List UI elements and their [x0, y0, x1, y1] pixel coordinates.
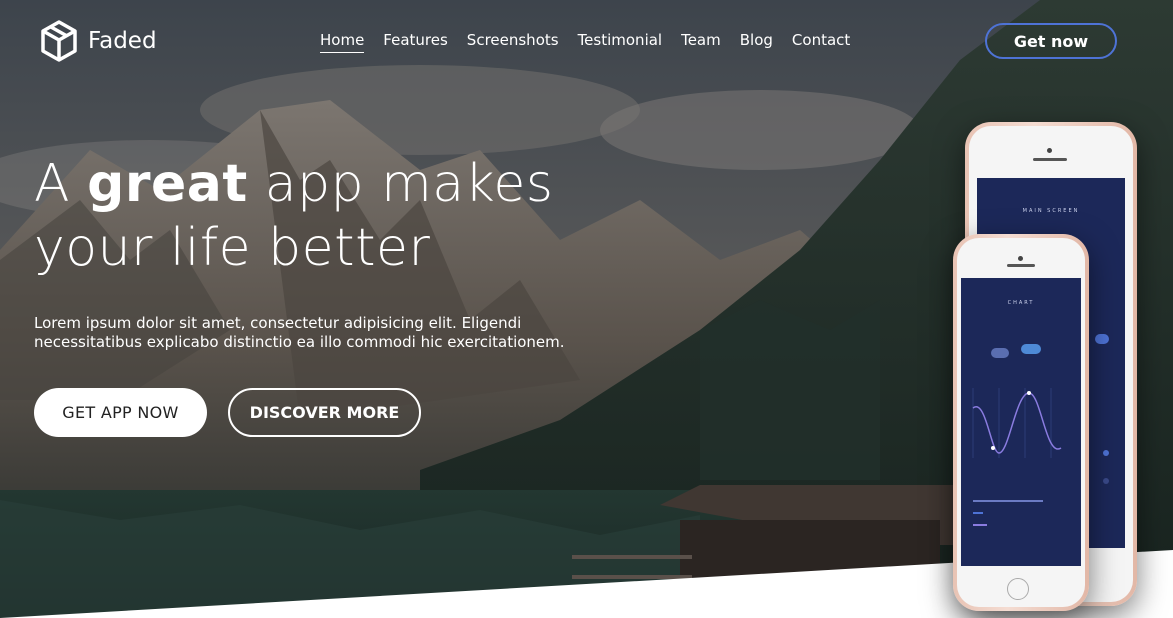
nav-item-screenshots[interactable]: Screenshots — [467, 31, 559, 53]
cube-logo-icon — [41, 20, 77, 62]
screen-list — [1085, 448, 1115, 508]
progress-bar-1 — [973, 500, 1043, 502]
screen-title: CHART — [1007, 300, 1035, 306]
main-nav: Home Features Screenshots Testimonial Te… — [320, 31, 869, 53]
headline-post: app makes — [247, 154, 554, 214]
speaker-grille — [1033, 158, 1067, 161]
screen-pill-1 — [991, 348, 1009, 358]
nav-item-home[interactable]: Home — [320, 31, 365, 53]
front-camera-icon — [1047, 148, 1052, 153]
nav-item-blog[interactable]: Blog — [740, 31, 773, 53]
list-dot — [1103, 478, 1109, 484]
headline-pre: A — [34, 154, 88, 214]
discover-more-button[interactable]: DISCOVER MORE — [228, 388, 421, 437]
get-now-button[interactable]: Get now — [985, 23, 1117, 59]
nav-item-testimonial[interactable]: Testimonial — [578, 31, 663, 53]
phone-screen-chart: CHART — [961, 278, 1081, 566]
phone-mockup-front: CHART — [953, 234, 1089, 611]
hero-section: Faded Home Features Screenshots Testimon… — [0, 0, 1173, 618]
wave-chart — [972, 388, 1062, 458]
progress-bar-3 — [973, 524, 987, 526]
home-button-icon — [1007, 578, 1029, 600]
screen-pill-2 — [1021, 344, 1041, 354]
nav-item-features[interactable]: Features — [383, 31, 448, 53]
nav-item-contact[interactable]: Contact — [792, 31, 850, 53]
get-app-now-button[interactable]: GET APP NOW — [34, 388, 207, 437]
screen-chip — [1095, 334, 1109, 344]
nav-item-team[interactable]: Team — [681, 31, 721, 53]
front-camera-icon — [1018, 256, 1023, 261]
screen-title: MAIN SCREEN — [1022, 208, 1080, 214]
hero-description: Lorem ipsum dolor sit amet, consectetur … — [34, 314, 565, 351]
headline-line-2: your life better — [34, 218, 431, 278]
progress-bar-2 — [973, 512, 983, 514]
headline-bold: great — [87, 154, 248, 214]
list-dot — [1103, 450, 1109, 456]
headline-line-1: A great app makes — [34, 152, 554, 216]
brand-name: Faded — [88, 28, 157, 54]
speaker-grille — [1007, 264, 1035, 267]
phone-body: CHART — [957, 238, 1085, 607]
hero-headline: A great app makes your life better — [34, 152, 554, 280]
brand-logo[interactable]: Faded — [40, 20, 157, 62]
